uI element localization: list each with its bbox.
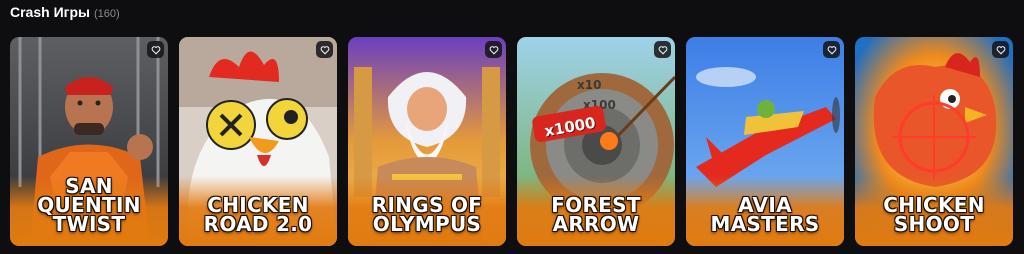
favorite-button[interactable] [147,41,164,58]
favorite-button[interactable] [485,41,502,58]
game-title: FOREST ARROW [551,193,641,236]
svg-text:x10: x10 [577,78,601,92]
heart-icon [658,45,667,54]
game-title: RINGS OF OLYMPUS [371,193,483,236]
favorite-button[interactable] [992,41,1009,58]
heart-icon [827,45,836,54]
game-card-forest-arrow[interactable]: x10 x100 x1000 FOREST ARROW [517,37,675,246]
games-grid: SAN QUENTIN TWIST CHICKEN ROAD 2.0 RINGS… [10,37,1013,246]
section-title: Crash Игры [10,4,90,20]
favorite-button[interactable] [316,41,333,58]
heart-icon [489,45,498,54]
game-card-chicken-road-2[interactable]: CHICKEN ROAD 2.0 [179,37,337,246]
game-title: SAN QUENTIN TWIST [37,174,141,236]
favorite-button[interactable] [823,41,840,58]
game-card-san-quentin-twist[interactable]: SAN QUENTIN TWIST [10,37,168,246]
section-header: Crash Игры (160) [10,4,120,22]
game-card-rings-of-olympus[interactable]: RINGS OF OLYMPUS [348,37,506,246]
favorite-button[interactable] [654,41,671,58]
game-title: CHICKEN ROAD 2.0 [203,193,313,236]
game-title: CHICKEN SHOOT [883,193,985,236]
game-title: AVIA MASTERS [710,193,820,236]
heart-icon [996,45,1005,54]
heart-icon [320,45,329,54]
games-count: (160) [93,8,120,20]
heart-icon [151,45,160,54]
game-card-chicken-shoot[interactable]: CHICKEN SHOOT [855,37,1013,246]
game-card-avia-masters[interactable]: AVIA MASTERS [686,37,844,246]
